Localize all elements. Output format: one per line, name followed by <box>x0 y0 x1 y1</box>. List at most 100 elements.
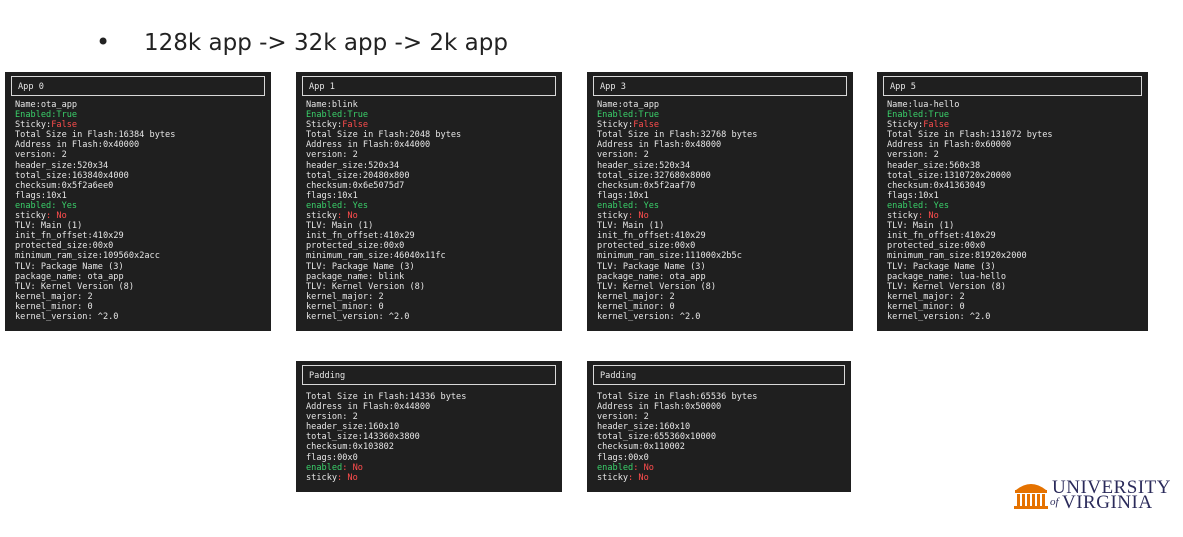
name-row: Name:ota_app <box>15 100 261 110</box>
f-enabled-value: : Yes <box>51 200 78 211</box>
name-label: Name: <box>15 100 41 110</box>
f-sticky-value: : No <box>628 472 649 483</box>
sticky-value: False <box>633 120 660 131</box>
version-row: version: 2 <box>306 412 552 422</box>
total-size-value: 131072 bytes <box>990 130 1053 141</box>
total-size-label: Total Size in Flash: <box>306 392 410 402</box>
header-size-dec: 16 <box>659 422 670 433</box>
address-row: Address in Flash:0x40000 <box>15 140 261 150</box>
enabled-row: Enabled:True <box>306 110 552 120</box>
package-name-row: package_name: ota_app <box>15 272 261 282</box>
enabled-value: True <box>56 110 78 121</box>
kernel-version-row: kernel_version: ^2.0 <box>887 312 1138 322</box>
tlv-pkg-label: TLV: Package Name (3) <box>597 261 706 272</box>
panel-body: Name:ota_app Enabled:True Sticky:False Tota… <box>15 100 261 322</box>
enabled-label: Enabled: <box>15 110 57 121</box>
address-label: Address in Flash: <box>306 402 394 413</box>
total-size2-hex: 0x20000 <box>974 170 1012 181</box>
protected-size-hex: 0x0 <box>969 241 986 252</box>
protected-size-hex: 0x0 <box>679 241 696 252</box>
minimum-ram-size-hex: 0x2acc <box>128 251 160 262</box>
version-value: : 2 <box>633 150 649 161</box>
flags-label: flags <box>306 190 332 201</box>
package-name-value: : ota_app <box>659 271 706 282</box>
sticky-label: Sticky: <box>597 120 634 131</box>
header-size-dec: 52 <box>368 160 379 171</box>
total-size-label: Total Size in Flash: <box>887 130 991 141</box>
enabled-label: Enabled: <box>306 110 348 121</box>
total-size-value: 32768 bytes <box>700 130 758 141</box>
sticky-row: Sticky:False <box>15 120 261 130</box>
checksum-row: checksum:0x6e5075d7 <box>306 181 552 191</box>
minimum-ram-size-dec: 11100 <box>684 251 711 262</box>
protected-size-row: protected_size:00x0 <box>887 241 1138 251</box>
f-sticky-row: sticky: No <box>306 473 552 483</box>
flags-row: flags:10x1 <box>15 191 261 201</box>
f-sticky-row: sticky: No <box>597 473 841 483</box>
tlv-kernel-label: TLV: Kernel Version (8) <box>306 281 425 292</box>
f-sticky-label: sticky <box>597 211 629 222</box>
header-size-label: header_size <box>306 160 363 171</box>
header-size-hex: 0x34 <box>378 160 400 171</box>
f-enabled-label: enabled <box>887 200 924 211</box>
init-fn-offset-hex: 0x29 <box>393 231 415 242</box>
package-name-label: package_name <box>887 271 950 282</box>
kernel-major-label: kernel_major <box>887 291 950 302</box>
kernel-version-row: kernel_version: ^2.0 <box>15 312 261 322</box>
header-size-hex: 0x38 <box>959 160 981 171</box>
version-row: version: 2 <box>887 150 1138 160</box>
init-fn-offset-label: init_fn_offset <box>597 231 670 242</box>
kernel-major-label: kernel_major <box>597 291 660 302</box>
name-row: Name:ota_app <box>597 100 843 110</box>
kernel-major-value: : 2 <box>949 291 965 302</box>
minimum-ram-size-label: minimum_ram_size <box>306 251 389 262</box>
total-size2-label: total_size <box>306 170 358 181</box>
flags-row: flags:10x1 <box>887 191 1138 201</box>
header-size-row: header_size:160x10 <box>597 422 841 432</box>
kernel-version-label: kernel_version <box>887 311 960 322</box>
tlv-main-label: TLV: Main (1) <box>887 221 955 232</box>
checksum-label: checksum <box>597 442 639 453</box>
total-size2-row: total_size:1310720x20000 <box>887 171 1138 181</box>
tlv-main-label: TLV: Main (1) <box>15 221 83 232</box>
checksum-label: checksum <box>306 442 348 453</box>
total-size-row: Total Size in Flash:65536 bytes <box>597 392 841 402</box>
f-enabled-value: : Yes <box>342 200 369 211</box>
name-label: Name: <box>887 100 913 110</box>
minimum-ram-size-dec: 10956 <box>102 251 129 262</box>
address-label: Address in Flash: <box>887 140 975 151</box>
f-enabled-row: enabled: Yes <box>306 201 552 211</box>
f-sticky-row: sticky: No <box>597 211 843 221</box>
kernel-minor-label: kernel_minor <box>306 301 369 312</box>
kernel-version-label: kernel_version <box>15 311 88 322</box>
version-value: : 2 <box>342 150 358 161</box>
header-size-hex: 0x10 <box>669 422 691 433</box>
total-size2-label: total_size <box>597 432 649 443</box>
f-sticky-label: sticky <box>597 472 629 483</box>
total-size-row: Total Size in Flash:2048 bytes <box>306 130 552 140</box>
enabled-value: True <box>928 110 950 121</box>
sticky-label: Sticky: <box>15 120 52 131</box>
total-size2-dec: 2048 <box>362 170 384 181</box>
flags-row: flags:10x1 <box>597 191 843 201</box>
kernel-major-value: : 2 <box>77 291 93 302</box>
kernel-major-row: kernel_major: 2 <box>597 292 843 302</box>
header-size-dec: 56 <box>949 160 960 171</box>
kernel-minor-value: : 0 <box>77 301 93 312</box>
panel-body: Total Size in Flash:14336 bytes Address i… <box>306 392 552 483</box>
panel-body: Name:ota_app Enabled:True Sticky:False Tota… <box>597 100 843 322</box>
init-fn-offset-hex: 0x29 <box>102 231 124 242</box>
checksum-label: checksum <box>597 180 639 191</box>
checksum-value: 0x6e5075d7 <box>352 180 405 191</box>
sticky-value: False <box>342 120 369 131</box>
total-size-label: Total Size in Flash: <box>597 392 701 402</box>
package-name-value: : ota_app <box>77 271 124 282</box>
checksum-row: checksum:0x110002 <box>597 442 841 452</box>
kernel-major-row: kernel_major: 2 <box>887 292 1138 302</box>
version-value: : 2 <box>51 150 67 161</box>
address-row: Address in Flash:0x44800 <box>306 402 552 412</box>
tlv-pkg-row: TLV: Package Name (3) <box>887 262 1138 272</box>
kernel-minor-row: kernel_minor: 0 <box>15 302 261 312</box>
minimum-ram-size-row: minimum_ram_size:46040x11fc <box>306 251 552 261</box>
panel-title: App 3 <box>593 76 847 96</box>
